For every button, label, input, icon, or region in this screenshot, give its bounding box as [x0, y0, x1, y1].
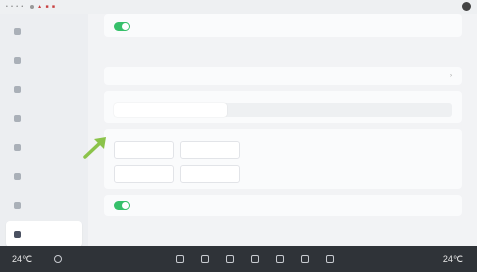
music-icon[interactable] — [251, 255, 259, 263]
voice-option-2[interactable] — [180, 141, 240, 159]
bottom-toggle[interactable] — [114, 201, 130, 210]
left-temp[interactable]: 24℃ — [12, 254, 32, 265]
display-icon — [14, 56, 21, 64]
status-bar: • • • • ▲ ■ ■ — [0, 0, 477, 14]
bottom-dock: 24℃ 24℃ — [0, 246, 477, 272]
fan-icon[interactable] — [54, 255, 63, 263]
apps-icon[interactable] — [226, 255, 234, 263]
sidebar-item-6[interactable] — [6, 163, 82, 189]
voice-option-3[interactable] — [114, 165, 174, 183]
voice-option-1[interactable] — [114, 141, 174, 159]
drive-icon — [14, 201, 21, 209]
camera-icon[interactable] — [201, 255, 209, 263]
status-icons: • • • • — [6, 4, 24, 10]
sidebar-item-voice[interactable] — [6, 221, 82, 247]
sidebar-item-3[interactable] — [6, 76, 82, 102]
top-toggle[interactable] — [114, 22, 130, 31]
voice-icon — [14, 230, 21, 238]
user-icon — [14, 27, 21, 35]
sidebar-item-7[interactable] — [6, 192, 82, 218]
dock-controls — [176, 255, 334, 263]
right-temp[interactable]: 24℃ — [443, 254, 463, 265]
chevron-right-icon: › — [450, 73, 452, 79]
segment-option-2[interactable] — [227, 103, 340, 117]
wifi-icon — [14, 143, 21, 151]
seat-icon[interactable] — [301, 255, 309, 263]
sidebar-item-4[interactable] — [6, 105, 82, 131]
account-icon[interactable] — [462, 2, 471, 11]
bluetooth-icon — [14, 114, 21, 122]
status-mid-text: ▲ ■ ■ — [37, 4, 56, 10]
voice-option-4[interactable] — [180, 165, 240, 183]
card-voice-style — [104, 129, 462, 189]
sidebar-item-5[interactable] — [6, 134, 82, 160]
settings-content: › — [98, 14, 468, 246]
status-left-text: • • • • — [6, 4, 25, 10]
phone-icon[interactable] — [276, 255, 284, 263]
pointer-arrow-icon — [83, 137, 106, 159]
home-icon[interactable] — [176, 255, 184, 263]
card-top-toggle — [104, 14, 462, 37]
status-mid: ▲ ■ ■ — [30, 4, 56, 10]
segment-option-3[interactable] — [339, 103, 452, 117]
segmented-control — [114, 103, 452, 117]
card-segmented — [104, 91, 462, 123]
card-language[interactable]: › — [104, 67, 462, 85]
user-icon[interactable] — [326, 255, 334, 263]
voice-style-grid — [114, 141, 452, 183]
segment-option-1[interactable] — [114, 103, 227, 117]
signal-icon — [30, 5, 35, 9]
sound-icon — [14, 85, 21, 93]
sidebar-item-2[interactable] — [6, 47, 82, 73]
card-bottom-toggle — [104, 195, 462, 216]
vehicle-icon — [14, 172, 21, 180]
sidebar-item-1[interactable] — [6, 18, 82, 44]
sidebar — [0, 14, 88, 267]
